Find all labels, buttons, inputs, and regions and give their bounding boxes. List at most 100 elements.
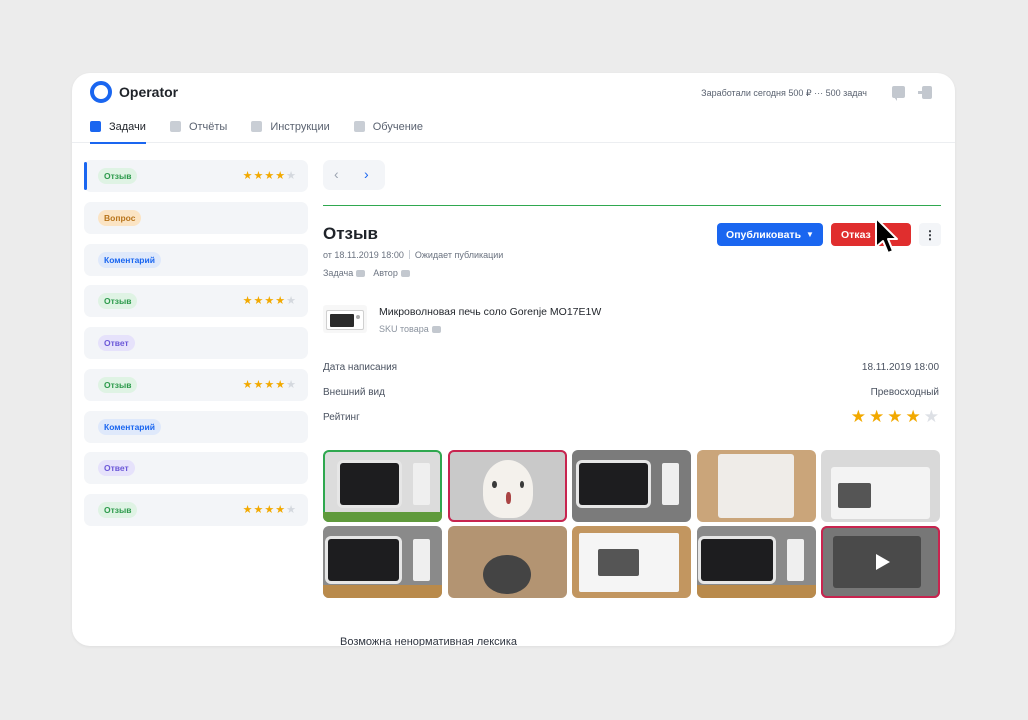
task-type-badge: Коментарий — [98, 418, 161, 435]
instructions-icon — [251, 121, 263, 132]
detail-value: 18.11.2019 18:00 — [861, 362, 939, 373]
task-list-item[interactable]: Ответ — [84, 452, 308, 485]
logout-icon[interactable] — [918, 86, 932, 99]
page-title: Отзыв — [323, 224, 378, 243]
detail-label: Внешний вид — [323, 387, 385, 398]
mouse-cursor-icon — [875, 217, 898, 254]
star-icon: ★ — [869, 407, 885, 426]
task-type-badge: Ответ — [98, 460, 135, 477]
task-link-label: Задача — [323, 268, 354, 278]
task-type-badge: Отзыв — [98, 293, 138, 310]
detail-row: Рейтинг ★ ★ ★ ★ ★ — [323, 408, 939, 437]
task-list-item[interactable]: Отзыв ★ ★ ★ ★ ★ — [84, 160, 308, 192]
rating-stars: ★ ★ ★ ★ ★ — [242, 378, 296, 391]
star-icon: ★ — [850, 407, 866, 426]
chat-icon[interactable] — [892, 86, 905, 101]
logo[interactable]: Operator — [90, 81, 178, 103]
gallery-photo[interactable] — [323, 526, 442, 598]
task-list-item[interactable]: Вопрос — [84, 201, 308, 234]
tab-label: Обучение — [372, 121, 424, 133]
publish-label: Опубликовать — [726, 228, 802, 241]
tab-tasks[interactable]: Задачи — [90, 113, 146, 144]
task-list-item[interactable]: Ответ — [84, 327, 308, 359]
gallery-photo[interactable] — [447, 450, 567, 522]
more-button[interactable]: ⋮ — [919, 223, 941, 246]
gallery-photo[interactable] — [323, 450, 442, 522]
product-name[interactable]: Микроволновая печь соло Gorenje MO17E1W — [379, 306, 601, 318]
tab-reports[interactable]: Отчёты — [169, 113, 227, 143]
next-button[interactable]: › — [364, 167, 369, 181]
review-details: Дата написания 18.11.2019 18:00 Внешний … — [323, 362, 939, 437]
task-type-badge: Отзыв — [98, 168, 138, 184]
chevron-down-icon: ▼ — [806, 230, 814, 239]
product-card: Микроволновая печь соло Gorenje MO17E1W … — [323, 303, 941, 343]
gallery-photo[interactable] — [821, 450, 940, 522]
review-status: Ожидает публикации — [414, 250, 504, 260]
task-type-badge: Отзыв — [98, 376, 138, 393]
star-icon: ★ — [242, 170, 253, 182]
profanity-warning: Возможна ненормативная лексика — [340, 636, 517, 646]
status-divider — [323, 205, 941, 206]
star-icon: ★ — [275, 170, 286, 182]
task-list: Отзыв ★ ★ ★ ★ ★ Вопрос Коментарий Отзыв ★ ★ ★ ★ ★ Отве… — [84, 160, 308, 536]
star-icon: ★ — [923, 407, 939, 426]
gallery-photo[interactable] — [696, 450, 816, 522]
task-list-item[interactable]: Отзыв ★ ★ ★ ★ ★ — [84, 368, 308, 401]
task-link[interactable]: Задача — [323, 268, 366, 278]
rating-stars: ★ ★ ★ ★ ★ — [848, 408, 939, 437]
top-bar: Operator Заработали сегодня 500 ₽ ··· 50… — [72, 73, 955, 144]
author-link-label: Автор — [373, 268, 398, 278]
star-icon: ★ — [286, 378, 296, 391]
star-icon: ★ — [286, 504, 296, 516]
gallery-photo[interactable] — [447, 526, 567, 598]
star-icon: ★ — [264, 170, 275, 182]
tab-label: Задачи — [109, 121, 146, 133]
main-tabs: Задачи Отчёты Инструкции Обучение — [90, 113, 447, 144]
task-list-item[interactable]: Отзыв ★ ★ ★ ★ ★ — [84, 285, 308, 318]
star-icon: ★ — [242, 378, 253, 391]
star-icon: ★ — [253, 378, 264, 391]
tab-instructions[interactable]: Инструкции — [251, 113, 330, 143]
gallery-video[interactable] — [821, 526, 940, 598]
star-icon: ★ — [264, 378, 275, 391]
task-list-item[interactable]: Коментарий — [84, 410, 308, 443]
chat-icon — [356, 269, 366, 277]
star-icon: ★ — [275, 378, 286, 391]
product-sku[interactable]: SKU товара — [379, 324, 441, 334]
tab-education[interactable]: Обучение — [353, 113, 424, 143]
review-date: от 18.11.2019 18:00 — [323, 250, 404, 260]
gallery-photo[interactable] — [696, 526, 816, 598]
task-type-badge: Ответ — [98, 335, 135, 351]
review-links: Задача Автор — [323, 268, 418, 278]
product-image[interactable] — [323, 305, 367, 333]
star-icon: ★ — [242, 504, 253, 516]
star-icon: ★ — [253, 295, 264, 308]
task-list-item[interactable]: Коментарий — [84, 243, 308, 276]
star-icon: ★ — [242, 295, 253, 308]
rating-stars: ★ ★ ★ ★ ★ — [242, 170, 296, 182]
publish-button[interactable]: Опубликовать ▼ — [717, 223, 823, 246]
task-list-item[interactable]: Отзыв ★ ★ ★ ★ ★ — [84, 494, 308, 526]
star-icon: ★ — [286, 170, 296, 182]
author-link[interactable]: Автор — [373, 268, 410, 278]
rating-stars: ★ ★ ★ ★ ★ — [242, 504, 296, 516]
photo-gallery — [323, 450, 941, 598]
gallery-photo[interactable] — [572, 450, 691, 522]
chat-icon — [431, 325, 441, 333]
star-icon: ★ — [286, 295, 296, 308]
detail-label: Дата написания — [323, 362, 398, 373]
reject-label: Отказ — [841, 228, 871, 241]
education-icon — [353, 121, 365, 132]
gallery-photo[interactable] — [572, 526, 691, 598]
tab-label: Инструкции — [270, 121, 330, 133]
detail-row: Дата написания 18.11.2019 18:00 — [323, 362, 939, 387]
app-name: Operator — [119, 84, 179, 100]
task-type-badge: Отзыв — [98, 502, 138, 518]
prev-button[interactable]: ‹ — [334, 167, 339, 181]
reports-icon — [169, 121, 181, 132]
earned-today: Заработали сегодня 500 ₽ ··· 500 задач — [701, 88, 867, 98]
sku-label: SKU товара — [379, 324, 429, 334]
play-icon — [875, 554, 890, 570]
chat-icon — [400, 269, 410, 277]
star-icon: ★ — [275, 295, 286, 308]
